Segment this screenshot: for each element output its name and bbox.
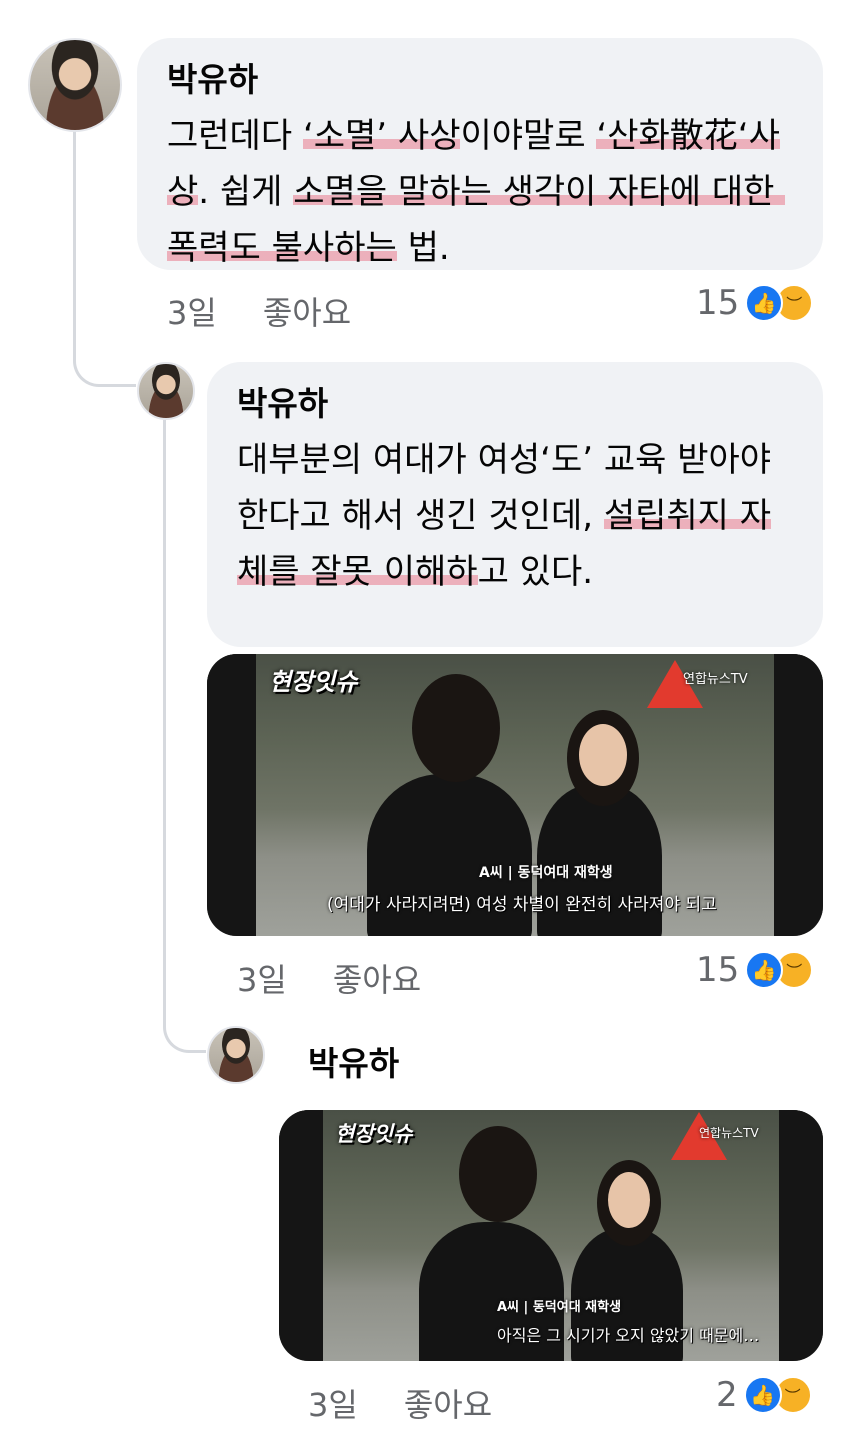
avatar[interactable] bbox=[207, 1026, 265, 1084]
video-thumbnail[interactable]: 현장잇슈 연합뉴스TV A씨 | 동덕여대 재학생 (여대가 사라지려면) 여성… bbox=[207, 654, 823, 936]
comment-bubble: 박유하 그런데다 ‘소멸’ 사상이야말로 ‘산화散花‘사상. 쉽게 소멸을 말하… bbox=[137, 38, 823, 270]
video-channel: 연합뉴스TV bbox=[699, 1126, 759, 1140]
video-logo: 현장잇슈 bbox=[269, 668, 358, 696]
reaction-count: 15 bbox=[696, 950, 740, 990]
like-button[interactable]: 좋아요 bbox=[404, 1380, 492, 1426]
comment-meta: 3일 좋아요 bbox=[308, 1380, 538, 1426]
reaction-count: 2 bbox=[716, 1375, 738, 1415]
thumbs-up-icon: 👍 bbox=[745, 284, 784, 322]
person-face bbox=[608, 1172, 650, 1228]
comment-text: 대부분의 여대가 여성‘도’ 교육 받아야 한다고 해서 생긴 것인데, 설립취… bbox=[237, 440, 782, 592]
reaction-count: 15 bbox=[696, 283, 740, 323]
thumbs-up-icon: 👍 bbox=[745, 951, 784, 989]
comment-time[interactable]: 3일 bbox=[308, 1380, 358, 1426]
comment-meta: 3일 좋아요 bbox=[237, 955, 467, 1001]
like-button[interactable]: 좋아요 bbox=[263, 288, 351, 334]
video-caption-text: 아직은 그 시기가 오지 않았기 때문에… bbox=[497, 1326, 760, 1345]
comment-meta: 3일 좋아요 bbox=[167, 288, 397, 334]
reaction-summary[interactable]: 15 👍 ︶ bbox=[696, 950, 814, 990]
avatar[interactable] bbox=[28, 38, 122, 132]
reaction-summary[interactable]: 15 👍 ︶ bbox=[696, 283, 814, 323]
comment-author[interactable]: 박유하 bbox=[167, 60, 793, 100]
thread-line-reply bbox=[163, 420, 206, 1053]
video-caption-name: A씨 | 동덕여대 재학생 bbox=[479, 865, 613, 881]
video-channel: 연합뉴스TV bbox=[683, 672, 748, 687]
comment-text: 그런데다 ‘소멸’ 사상이야말로 ‘산화散花‘사상. 쉽게 소멸을 말하는 생각… bbox=[167, 116, 786, 268]
comment-time[interactable]: 3일 bbox=[167, 288, 217, 334]
video-caption-text: (여대가 사라지려면) 여성 차별이 완전히 사라져야 되고 bbox=[327, 895, 717, 915]
reaction-summary[interactable]: 2 👍 ︶ bbox=[716, 1375, 812, 1415]
video-thumbnail[interactable]: 현장잇슈 연합뉴스TV A씨 | 동덕여대 재학생 아직은 그 시기가 오지 않… bbox=[279, 1110, 823, 1361]
video-caption-name: A씨 | 동덕여대 재학생 bbox=[497, 1300, 622, 1315]
comment-author[interactable]: 박유하 bbox=[237, 384, 793, 424]
person-face bbox=[579, 724, 627, 786]
avatar[interactable] bbox=[137, 362, 195, 420]
person-head bbox=[412, 674, 500, 782]
comment-author[interactable]: 박유하 bbox=[308, 1044, 399, 1084]
video-logo: 현장잇슈 bbox=[335, 1122, 413, 1146]
person-head bbox=[459, 1126, 537, 1222]
comment-time[interactable]: 3일 bbox=[237, 955, 287, 1001]
comment-bubble: 박유하 대부분의 여대가 여성‘도’ 교육 받아야 한다고 해서 생긴 것인데,… bbox=[207, 362, 823, 647]
thumbs-up-icon: 👍 bbox=[743, 1376, 782, 1414]
like-button[interactable]: 좋아요 bbox=[333, 955, 421, 1001]
thread-line-main bbox=[73, 128, 136, 387]
